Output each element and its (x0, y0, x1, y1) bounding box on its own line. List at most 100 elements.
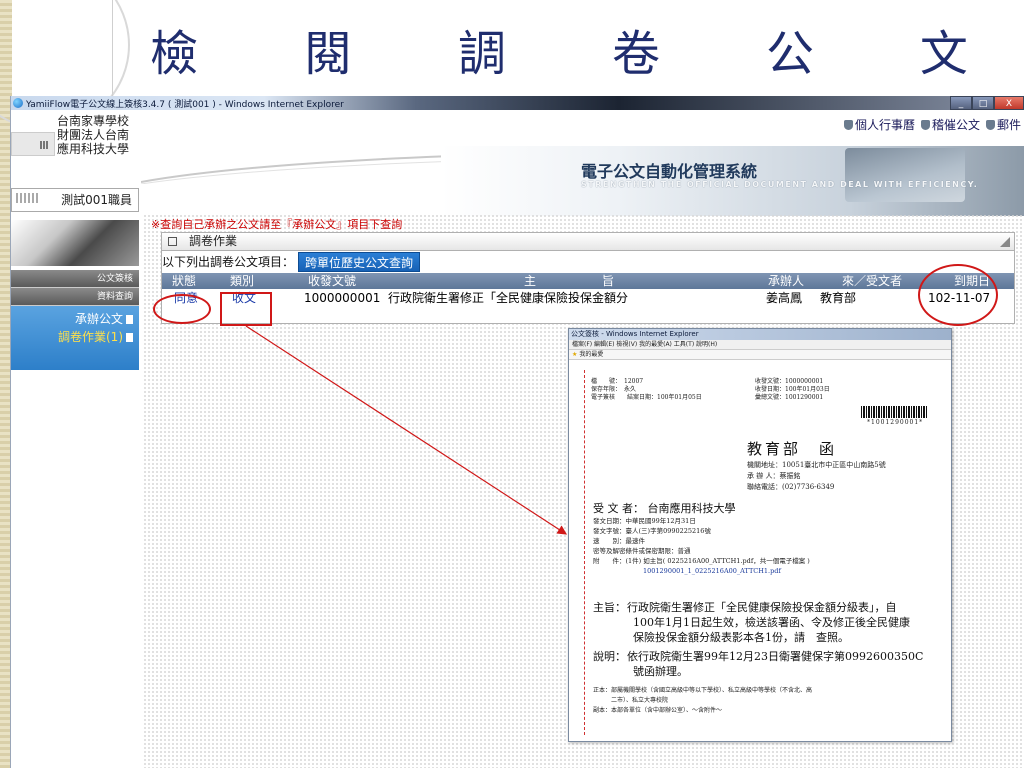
meta-line: 電子簽核 結案日期：100年01月05日 (591, 394, 702, 401)
sidebar-item-label: 承辦公文 (74, 312, 123, 326)
resize-corner-icon (1000, 237, 1010, 247)
meta-line: 彙總文號：1001290001 (755, 394, 824, 401)
reminder-link[interactable]: 稽催公文 (920, 116, 980, 133)
side-menu: 公文簽核 資料查詢 承辦公文 調卷作業(1) (11, 270, 139, 370)
retrieval-panel: 調卷作業 以下列出調卷公文項目： 跨單位歷史公文查詢 狀態 類別 收發文號 主 … (161, 232, 1015, 324)
recipient: 受 文 者： 台南應用科技大學 (593, 502, 736, 515)
history-query-button[interactable]: 跨單位歷史公文查詢 (298, 252, 421, 272)
status-highlight-circle (153, 294, 211, 324)
table-header: 狀態 類別 收發文號 主 旨 承辦人 來／受文者 到期日 (162, 273, 1014, 289)
due-highlight-circle (918, 264, 998, 326)
detail-line: 密等及解密條件或保密期限：普通 (593, 547, 691, 555)
school-name-line: 台南家專學校 (57, 114, 130, 128)
window-title: YamiiFlow電子公文線上簽核3.4.7 ( 測試001 ) - Windo… (26, 99, 344, 110)
attachment-file-link[interactable]: 1001290001_1_0225216A00_ATTCH1.pdf (593, 566, 810, 576)
menu-head-query[interactable]: 資料查詢 (11, 288, 139, 306)
slide-title-char: 公 (765, 26, 816, 82)
cc-line: 二市）、私立大專校院 (593, 697, 669, 704)
col-handler: 承辦人 (768, 274, 805, 288)
subject-line: 保險投保金額分級表影本各1份，請 查照。 (633, 631, 849, 644)
doc-subject: 行政院衛生署修正「全民健康保險投保金額分 (388, 291, 629, 305)
system-subtitle: STRENGTHEN THE OFFICIAL DOCUMENT AND DEA… (581, 180, 979, 189)
favorites-label: 我的最愛 (579, 351, 604, 358)
col-category: 類別 (230, 274, 255, 288)
list-label: 以下列出調卷公文項目： (162, 255, 295, 269)
org-info-line: 機關地址：10051臺北市中正區中山南路5號 (747, 461, 886, 469)
barcode-text: *1001290001* (867, 419, 924, 426)
slide-title-char: 調 (457, 26, 508, 82)
popup-menubar[interactable]: 檔案(F) 編輯(E) 檢視(V) 我的最愛(A) 工具(T) 說明(H) (569, 340, 951, 350)
window-titlebar: YamiiFlow電子公文線上簽核3.4.7 ( 測試001 ) - Windo… (11, 96, 1024, 110)
slide-title: 檢 閱 調 卷 公 文 (150, 14, 970, 84)
school-name: 台南家專學校 財團法人台南 應用科技大學 (57, 114, 129, 156)
col-subject-a: 主 (524, 274, 537, 288)
col-status: 狀態 (172, 274, 197, 288)
popup-titlebar: 公文簽核 - Windows Internet Explorer (569, 329, 951, 340)
document-icon (126, 315, 133, 324)
slide-title-char: 卷 (611, 26, 662, 82)
detail-line: 發文日期：中華民國99年12月31日 (593, 517, 696, 525)
meta-left: 檔 號： 12007 保存年限： 永久 電子簽核 結案日期：100年01月05日 (591, 378, 702, 402)
explain-line: 依行政院衛生署99年12月23日衛署健保字第0992600350C (627, 650, 924, 663)
category-highlight-box (220, 292, 272, 326)
system-banner: 電子公文自動化管理系統 STRENGTHEN THE OFFICIAL DOCU… (441, 146, 1024, 216)
cc-line: 正本：部屬機關學校（含國立高級中等以下學校）、私立高級中等學校（不含北、高 (593, 687, 813, 694)
panel-header: 調卷作業 (162, 233, 1014, 251)
margin-line (584, 370, 585, 735)
reminder-link-label: 稽催公文 (931, 118, 980, 132)
mail-link[interactable]: 郵件 (985, 116, 1021, 133)
collapse-box-icon[interactable] (168, 237, 177, 246)
star-icon: ★ (572, 351, 578, 358)
sidebar-item-label: 調卷作業(1) (58, 330, 123, 344)
doc-subject-block: 主旨：行政院衛生署修正「全民健康保險投保金額分級表」，自 100年1月1日起生效… (593, 600, 923, 679)
notice-text: ※查詢自己承辦之公文請至『承辦公文』項目下查詢 (151, 218, 403, 231)
explain-line: 號函辦理。 (633, 665, 688, 678)
user-badge: 測試001職員 (11, 188, 139, 212)
popup-favorites-bar[interactable]: ★ 我的最愛 (569, 350, 951, 360)
calendar-link[interactable]: 個人行事曆 (843, 116, 915, 133)
org-info: 機關地址：10051臺北市中正區中山南路5號 承 辦 人：蔡振銘 聯絡電話：(0… (747, 460, 886, 493)
subject-line: 行政院衛生署修正「全民健康保險投保金額分級表」，自 (627, 601, 897, 614)
school-logo (11, 132, 55, 156)
explain-label: 說明： (593, 650, 626, 663)
meta-line: 收發文號：1000000001 (755, 378, 824, 385)
app-header: 台南家專學校 財團法人台南 應用科技大學 個人行事曆 稽催公文 郵件 電子公文自… (11, 110, 1024, 216)
menu-head-signoff[interactable]: 公文簽核 (11, 270, 139, 288)
school-name-line: 財團法人台南 (57, 128, 130, 142)
maximize-button[interactable]: □ (972, 96, 994, 110)
sidebar-item-handled-docs[interactable]: 承辦公文 (11, 310, 133, 328)
meta-right: 收發文號：1000000001 收發日期：100年01月03日 彙總文號：100… (755, 378, 830, 402)
system-title: 電子公文自動化管理系統 (581, 162, 758, 181)
calendar-link-label: 個人行事曆 (854, 118, 915, 132)
list-line: 以下列出調卷公文項目： 跨單位歷史公文查詢 (162, 251, 1014, 273)
document-body: 檔 號： 12007 保存年限： 永久 電子簽核 結案日期：100年01月05日… (569, 360, 951, 740)
cc-line: 副本：本部各單位（含中部辦公室）、～含附件～ (593, 707, 723, 714)
slide-title-char: 文 (919, 26, 970, 82)
doc-handler: 姜高鳳 (766, 291, 803, 305)
meta-line: 保存年限： 永久 (591, 386, 637, 393)
slide-title-char: 檢 (150, 26, 201, 82)
shield-icon (843, 119, 853, 130)
sidebar-item-retrieval[interactable]: 調卷作業(1) (11, 328, 133, 346)
minimize-button[interactable]: _ (950, 96, 972, 110)
table-row[interactable]: 同意 收文 1000000001 行政院衛生署修正「全民健康保險投保金額分 姜高… (162, 289, 1014, 307)
school-name-line: 應用科技大學 (57, 142, 130, 156)
barcode (861, 406, 927, 418)
cc-block: 正本：部屬機關學校（含國立高級中等以下學校）、私立高級中等學校（不含北、高 二市… (593, 686, 812, 716)
close-button[interactable]: X (994, 96, 1024, 110)
shield-icon (985, 119, 995, 130)
menu-body: 承辦公文 調卷作業(1) (11, 306, 139, 370)
doc-details: 發文日期：中華民國99年12月31日 發文字號：臺人(三)字第099022521… (593, 516, 810, 576)
window-controls: _ □ X (950, 96, 1024, 110)
document-icon (126, 333, 133, 342)
top-links: 個人行事曆 稽催公文 郵件 (843, 116, 1021, 133)
meta-line: 檔 號： 12007 (591, 378, 644, 385)
col-doc-no: 收發文號 (308, 274, 357, 288)
document-popup[interactable]: 公文簽核 - Windows Internet Explorer 檔案(F) 編… (568, 328, 952, 742)
slide-title-char: 閱 (303, 26, 354, 82)
mail-link-label: 郵件 (996, 118, 1021, 132)
panel-title: 調卷作業 (189, 234, 238, 248)
sidebar-image (11, 220, 139, 266)
doc-no: 1000000001 (304, 291, 381, 305)
detail-line: 發文字號：臺人(三)字第0990225216號 (593, 527, 711, 535)
